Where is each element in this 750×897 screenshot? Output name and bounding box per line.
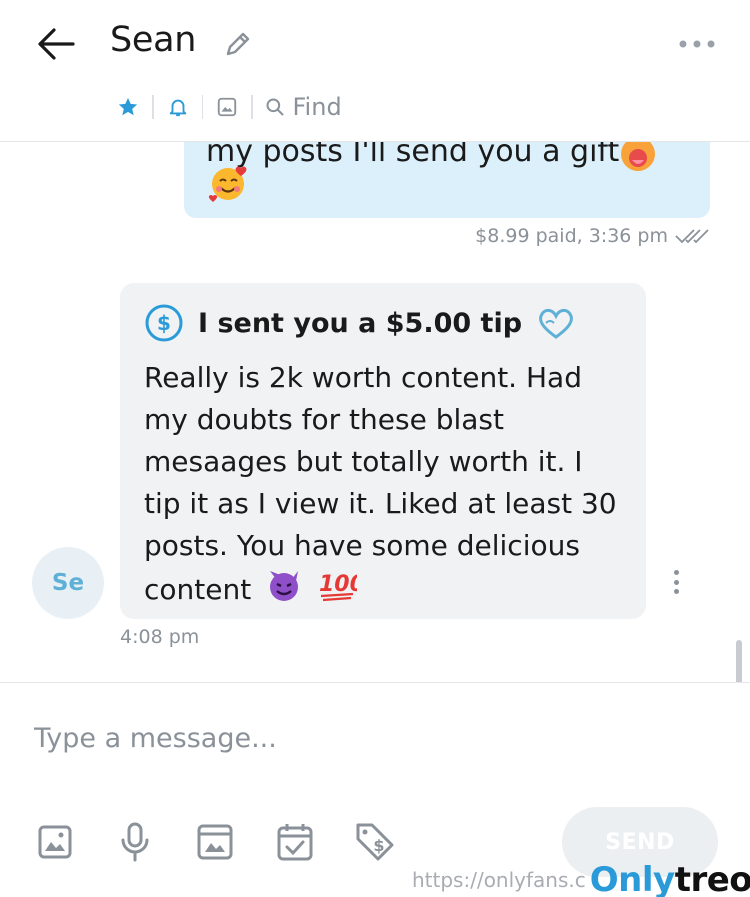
page-title: Sean [110, 20, 197, 60]
message-list[interactable]: my posts I'll send you a gift ! $8.99 pa… [0, 142, 750, 682]
incoming-message-bubble[interactable]: $ I sent you a $5.00 tip Really is 2k wo… [120, 283, 646, 619]
attach-image-button[interactable] [34, 821, 76, 863]
avatar-initials: Se [51, 570, 85, 596]
more-horizontal-icon [679, 40, 715, 48]
tip-header: $ I sent you a $5.00 tip [144, 303, 622, 343]
svg-text:$: $ [373, 836, 384, 855]
double-check-icon [675, 229, 709, 244]
outgoing-message-text: my posts I'll send you a gift ! [206, 142, 641, 169]
incoming-message-time: 4:08 pm [120, 626, 200, 648]
price-and-time: $8.99 paid, 3:36 pm [475, 225, 668, 247]
vault-button[interactable] [194, 821, 236, 863]
watermark-brand: Onlytreon [590, 860, 750, 897]
incoming-message-text: Really is 2k worth content. Had my doubt… [144, 357, 624, 615]
chat-subtoolbar: Find [104, 88, 342, 126]
search-icon [266, 98, 283, 116]
smiling-imp-emoji-icon [266, 567, 302, 615]
schedule-message-button[interactable] [274, 821, 316, 863]
dollar-circle-icon: $ [145, 304, 183, 342]
pencil-icon [226, 32, 250, 56]
watermark-brand-part2: treon [674, 860, 750, 897]
avatar[interactable]: Se [32, 547, 104, 619]
notifications-button[interactable] [154, 88, 202, 126]
find-label: Find [292, 93, 342, 121]
chat-header: Sean Find [0, 0, 750, 142]
more-options-button[interactable] [674, 26, 720, 62]
favorite-button[interactable] [104, 88, 152, 126]
watermark: https://onlyfans.c Onlytreon [412, 860, 750, 897]
vault-media-icon [197, 824, 233, 860]
message-body: Really is 2k worth content. Had my doubt… [144, 361, 617, 606]
heart-icon [539, 308, 574, 339]
arrow-left-icon [38, 28, 75, 60]
scrollbar[interactable] [736, 640, 742, 682]
tip-label: I sent you a $5.00 tip [198, 307, 523, 339]
drooling-face-emoji-icon [618, 142, 658, 178]
outgoing-message-bubble[interactable]: my posts I'll send you a gift ! [184, 142, 710, 218]
hundred-points-emoji-icon: 100 [317, 567, 365, 615]
composer-toolbar: $ [34, 821, 396, 863]
calendar-check-icon [277, 824, 313, 861]
voice-message-button[interactable] [114, 821, 156, 863]
svg-text:$: $ [157, 311, 171, 335]
star-icon [118, 97, 138, 116]
bell-icon [169, 99, 186, 117]
edit-name-button[interactable] [220, 26, 256, 62]
image-icon [217, 97, 237, 117]
set-price-button[interactable]: $ [354, 821, 396, 863]
message-input[interactable] [34, 713, 694, 763]
price-tag-icon: $ [356, 823, 394, 861]
find-button[interactable]: Find [253, 93, 342, 121]
media-gallery-button[interactable] [203, 88, 251, 126]
smiling-face-with-hearts-emoji-icon [208, 162, 250, 208]
message-options-button[interactable] [664, 567, 688, 597]
back-button[interactable] [34, 22, 78, 66]
watermark-url: https://onlyfans.c [412, 868, 586, 892]
watermark-brand-part1: Only [589, 860, 675, 897]
microphone-icon [121, 822, 149, 862]
outgoing-message-meta: $8.99 paid, 3:36 pm [475, 225, 710, 247]
image-icon [38, 825, 72, 859]
